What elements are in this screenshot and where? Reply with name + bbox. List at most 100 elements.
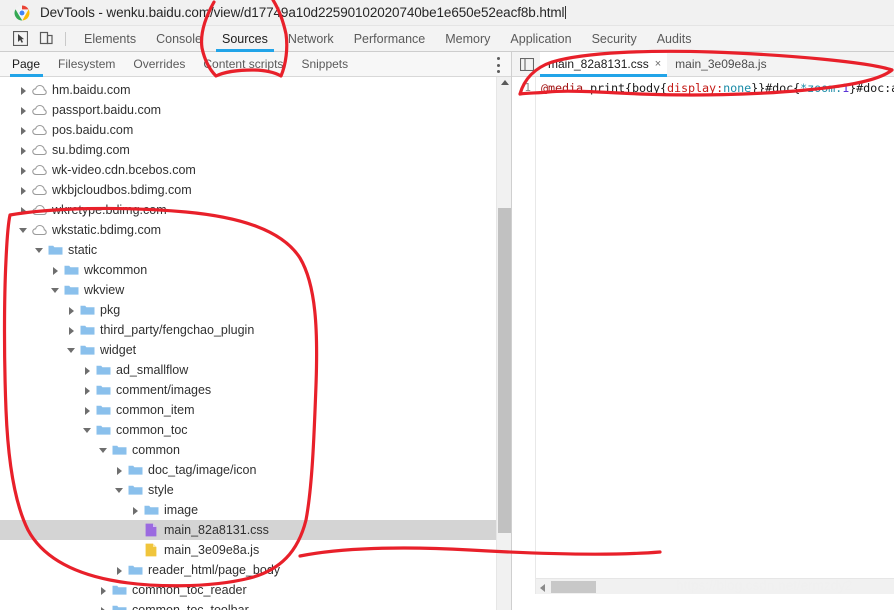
tree-row[interactable]: wkcommon [0, 260, 496, 280]
code-line-1[interactable]: @media print{body{display:none}}#doc{*zo… [541, 81, 894, 96]
tree-row[interactable]: wkstatic.bdimg.com [0, 220, 496, 240]
tree-row[interactable]: widget [0, 340, 496, 360]
tree-row[interactable]: pos.baidu.com [0, 120, 496, 140]
watermark: https://blog.csdn.net/ermzdy2 [676, 578, 853, 593]
subtab-snippets[interactable]: Snippets [292, 52, 357, 77]
cloud-icon [31, 122, 47, 138]
navigator-vertical-scrollbar[interactable] [496, 77, 511, 610]
twisty-placeholder [130, 545, 141, 556]
tab-elements[interactable]: Elements [74, 26, 146, 52]
chevron-right-icon[interactable] [98, 585, 109, 596]
chevron-right-icon[interactable] [18, 165, 29, 176]
cloud-icon [31, 182, 47, 198]
chevron-right-icon[interactable] [130, 505, 141, 516]
chevron-right-icon[interactable] [18, 145, 29, 156]
tree-row[interactable]: su.bdimg.com [0, 140, 496, 160]
navigator-panel: hm.baidu.com passport.baidu.com pos.baidu.… [0, 77, 511, 610]
tree-row[interactable]: wkview [0, 280, 496, 300]
tree-row[interactable]: common_item [0, 400, 496, 420]
tree-row[interactable]: third_party/fengchao_plugin [0, 320, 496, 340]
chevron-down-icon[interactable] [98, 445, 109, 456]
chevron-right-icon[interactable] [82, 365, 93, 376]
editor-tab-main-js[interactable]: main_3e09e8a.js [667, 52, 772, 77]
tab-security[interactable]: Security [582, 26, 647, 52]
chevron-right-icon[interactable] [82, 405, 93, 416]
tree-row-label: reader_html/page_body [148, 563, 281, 577]
tab-memory[interactable]: Memory [435, 26, 500, 52]
tab-network[interactable]: Network [278, 26, 344, 52]
tree-row[interactable]: image [0, 500, 496, 520]
tree-row[interactable]: reader_html/page_body [0, 560, 496, 580]
subtab-content-scripts[interactable]: Content scripts [194, 52, 292, 77]
subtab-filesystem[interactable]: Filesystem [49, 52, 124, 77]
chevron-right-icon[interactable] [18, 125, 29, 136]
chevron-down-icon[interactable] [82, 425, 93, 436]
cloud-icon [31, 82, 47, 98]
tree-row-label: wkstatic.bdimg.com [52, 223, 162, 237]
tab-audits[interactable]: Audits [647, 26, 702, 52]
tree-row-label: wk-video.cdn.bcebos.com [52, 163, 196, 177]
tab-sources[interactable]: Sources [212, 26, 278, 52]
code-editor[interactable]: 1 @media print{body{display:none}}#doc{*… [512, 77, 894, 594]
close-icon[interactable]: × [655, 58, 661, 70]
tree-row[interactable]: common_toc_reader [0, 580, 496, 600]
tree-row-label: wkretype.bdimg.com [52, 203, 167, 217]
tree-row[interactable]: style [0, 480, 496, 500]
chevron-right-icon[interactable] [18, 85, 29, 96]
editor-scroll-thumb[interactable] [551, 581, 596, 593]
chevron-right-icon[interactable] [114, 465, 125, 476]
show-navigator-icon[interactable] [518, 55, 536, 73]
tree-row[interactable]: common [0, 440, 496, 460]
folder-icon [143, 502, 159, 518]
chevron-right-icon[interactable] [98, 605, 109, 610]
folder-icon [95, 362, 111, 378]
code-token: print{body{ [583, 81, 668, 95]
tree-row[interactable]: static [0, 240, 496, 260]
tree-row[interactable]: common_toc_toolbar [0, 600, 496, 610]
tree-row[interactable]: comment/images [0, 380, 496, 400]
tree-row[interactable]: hm.baidu.com [0, 80, 496, 100]
tree-row[interactable]: wkbjcloudbos.bdimg.com [0, 180, 496, 200]
tree-row[interactable]: wk-video.cdn.bcebos.com [0, 160, 496, 180]
tab-application[interactable]: Application [500, 26, 581, 52]
chevron-right-icon[interactable] [18, 185, 29, 196]
tab-performance[interactable]: Performance [344, 26, 436, 52]
chevron-right-icon[interactable] [114, 565, 125, 576]
file-tree[interactable]: hm.baidu.com passport.baidu.com pos.baidu.… [0, 77, 496, 610]
tree-row-label: common_toc [116, 423, 188, 437]
folder-icon [79, 322, 95, 338]
kebab-menu-icon[interactable] [496, 57, 500, 73]
tab-console[interactable]: Console [146, 26, 212, 52]
chevron-down-icon[interactable] [114, 485, 125, 496]
tree-row[interactable]: pkg [0, 300, 496, 320]
scroll-up-arrow-icon[interactable] [501, 80, 509, 85]
chevron-down-icon[interactable] [34, 245, 45, 256]
navigator-scroll-thumb[interactable] [498, 208, 511, 533]
chevron-right-icon[interactable] [66, 325, 77, 336]
scroll-left-arrow-icon[interactable] [540, 584, 545, 592]
chevron-right-icon[interactable] [82, 385, 93, 396]
tree-row[interactable]: passport.baidu.com [0, 100, 496, 120]
tree-row[interactable]: main_82a8131.css [0, 520, 496, 540]
chevron-right-icon[interactable] [50, 265, 61, 276]
editor-tab-main-css[interactable]: main_82a8131.css × [540, 51, 668, 77]
chevron-right-icon[interactable] [18, 105, 29, 116]
tree-row[interactable]: doc_tag/image/icon [0, 460, 496, 480]
tree-row[interactable]: ad_smallflow [0, 360, 496, 380]
folder-icon [111, 442, 127, 458]
device-toolbar-icon[interactable] [36, 29, 56, 49]
chevron-down-icon[interactable] [66, 345, 77, 356]
inspect-element-icon[interactable] [10, 29, 30, 49]
chevron-down-icon[interactable] [18, 225, 29, 236]
folder-icon [111, 582, 127, 598]
chevron-right-icon[interactable] [66, 305, 77, 316]
subtab-overrides[interactable]: Overrides [124, 52, 194, 77]
chevron-down-icon[interactable] [50, 285, 61, 296]
chevron-right-icon[interactable] [18, 205, 29, 216]
window-title: DevTools - wenku.baidu.com/view/d17749a1… [40, 5, 565, 20]
subtab-page[interactable]: Page [0, 52, 49, 77]
tree-row[interactable]: main_3e09e8a.js [0, 540, 496, 560]
tree-row[interactable]: common_toc [0, 420, 496, 440]
tree-row-label: common_toc_reader [132, 583, 247, 597]
tree-row[interactable]: wkretype.bdimg.com [0, 200, 496, 220]
